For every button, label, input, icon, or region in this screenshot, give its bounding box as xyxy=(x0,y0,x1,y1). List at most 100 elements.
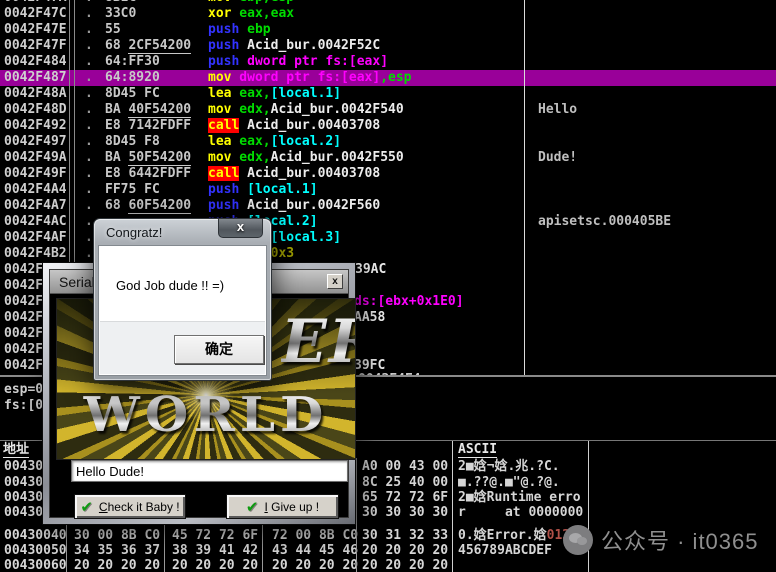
dump-address: 00430 xyxy=(4,490,43,505)
disasm-opcode-bytes: BA 40F54200 xyxy=(105,102,191,118)
disasm-address: 0042F49F xyxy=(4,166,67,182)
congratz-dialog: Congratz! x God Job dude !! =) 确定 xyxy=(93,218,272,381)
dump-hex: 20 20 20 20 xyxy=(272,558,358,572)
disasm-address: 0042F47C xyxy=(4,6,67,22)
disasm-row[interactable]: 0042F47E.55push ebp xyxy=(0,22,776,38)
disasm-address: 0042F4A4 xyxy=(4,182,67,198)
disasm-row[interactable]: 0042F48D.BA 40F54200mov edx,Acid_bur.004… xyxy=(0,102,776,118)
dump-hex: 20 20 20 20 xyxy=(362,543,448,558)
disasm-address: 0042F497 xyxy=(4,134,67,150)
disasm-row[interactable]: 0042F47F.68 2CF54200push Acid_bur.0042F5… xyxy=(0,38,776,54)
disasm-opcode-bytes: E8 6442FDFF xyxy=(105,166,191,182)
artwork-word-partial: ER xyxy=(281,307,356,377)
dump-hex: 20 20 20 20 xyxy=(74,558,160,572)
disasm-instruction: lea eax,[local.1] xyxy=(208,86,341,102)
disasm-address: 0042F484 xyxy=(4,54,67,70)
disasm-instruction: xor eax,eax xyxy=(208,6,294,22)
disasm-address: 0042F4A7 xyxy=(4,198,67,214)
disasm-address: 0042F4AC xyxy=(4,214,67,230)
dump-address: 00430060 xyxy=(4,558,67,572)
disasm-row[interactable]: 0042F497.8D45 F8lea eax,[local.2] xyxy=(0,134,776,150)
disasm-instruction: push Acid_bur.0042F52C xyxy=(208,38,380,54)
disasm-instruction: push [local.1] xyxy=(208,182,318,198)
disasm-instruction: mov edx,Acid_bur.0042F550 xyxy=(208,150,404,166)
disasm-row[interactable]: 0042F484.64:FF30push dword ptr fs:[eax] xyxy=(0,54,776,70)
disasm-opcode-bytes: 55 xyxy=(105,22,121,38)
disasm-address: 0042F xyxy=(4,342,43,358)
disasm-row[interactable]: 0042F492.E8 7142FDFFcall Acid_bur.004037… xyxy=(0,118,776,134)
check-it-baby-button[interactable]: ✔ Check it Baby ! xyxy=(74,494,186,519)
dump-hex: 30 00 8B C0 xyxy=(74,528,160,543)
disasm-row[interactable]: 0042F487.64:8920mov dword ptr fs:[eax],e… xyxy=(0,70,776,86)
dump-ascii: r at 0000000 xyxy=(458,505,583,520)
watermark: 公众号 · it0365 xyxy=(563,524,759,556)
disasm-address: 0042F4AF xyxy=(4,230,67,246)
dump-row[interactable]: 00430060 20 20 20 20 20 20 20 20 20 20 20 2… xyxy=(0,558,776,572)
info-pane-line: fs:[0 xyxy=(4,398,43,414)
disasm-fragment: 39FC xyxy=(354,358,385,373)
ok-button[interactable]: 确定 xyxy=(174,335,264,364)
dump-hex: 65 72 72 6F xyxy=(362,490,448,505)
disasm-row[interactable]: 0042F48A.8D45 FClea eax,[local.1] xyxy=(0,86,776,102)
dump-address: 00430050 xyxy=(4,543,67,558)
disasm-opcode-bytes: 64:FF30 xyxy=(105,54,160,70)
disasm-address: 0042F xyxy=(4,262,43,278)
dump-hex: A0 00 43 00 xyxy=(362,459,448,474)
congratz-message: God Job dude !! =) xyxy=(116,278,224,293)
disasm-row[interactable]: 0042F4A7.68 60F54200push Acid_bur.0042F5… xyxy=(0,198,776,214)
disasm-fragment: 39AC xyxy=(355,262,386,277)
disasm-instruction: push ebp xyxy=(208,22,271,38)
give-up-button[interactable]: ✔ I Give up ! xyxy=(226,494,339,519)
disasm-address: 0042F492 xyxy=(4,118,67,134)
dump-separator xyxy=(356,458,357,572)
disasm-row[interactable]: 0042F47C.33C0xor eax,eax xyxy=(0,6,776,22)
close-icon[interactable]: x xyxy=(218,219,263,238)
debugger-screen: 0042F47A.8BECmov ebp,esp0042F47C.33C0xor… xyxy=(0,0,776,572)
disasm-instruction: call Acid_bur.00403708 xyxy=(208,166,380,182)
disasm-instruction: push Acid_bur.0042F560 xyxy=(208,198,380,214)
dump-ascii: 2■娢Runtime erro xyxy=(458,490,581,505)
serial-input[interactable] xyxy=(71,460,348,482)
dump-separator xyxy=(452,441,453,572)
dump-hex: 20 20 20 20 xyxy=(172,558,258,572)
giveup-button-label: I Give up ! xyxy=(264,500,319,514)
disasm-comment: Dude! xyxy=(538,150,577,166)
disasm-opcode-bytes: FF75 FC xyxy=(105,182,160,198)
dump-hex: 34 35 36 37 xyxy=(74,543,160,558)
disasm-row[interactable]: 0042F49A.BA 50F54200mov edx,Acid_bur.004… xyxy=(0,150,776,166)
close-icon[interactable]: x xyxy=(327,274,343,289)
dump-address: 00430 xyxy=(4,459,43,474)
disasm-address: 0042F48D xyxy=(4,102,67,118)
disasm-instruction: call Acid_bur.00403708 xyxy=(208,118,380,134)
congratz-dialog-title[interactable]: Congratz! xyxy=(106,225,162,240)
disasm-row[interactable]: 0042F4A4.FF75 FCpush [local.1] xyxy=(0,182,776,198)
disasm-instruction: push dword ptr fs:[eax] xyxy=(208,54,388,70)
disasm-opcode-bytes: 8D45 F8 xyxy=(105,134,160,150)
disasm-address: 0042F48A xyxy=(4,86,67,102)
disasm-address: 0042F xyxy=(4,326,43,342)
dump-hex: 30 30 30 30 xyxy=(362,505,448,520)
disasm-instruction: lea eax,[local.2] xyxy=(208,134,341,150)
dump-hex: 45 72 72 6F xyxy=(172,528,258,543)
dump-hex: 72 00 8B C0 xyxy=(272,528,358,543)
disasm-opcode-bytes: 68 2CF54200 xyxy=(105,38,191,54)
disasm-comment: apisetsc.000405BE xyxy=(538,214,671,230)
congratz-footer: 确定 xyxy=(100,321,265,374)
disasm-row[interactable]: 0042F49F.E8 6442FDFFcall Acid_bur.004037… xyxy=(0,166,776,182)
dump-ascii-header: ASCII xyxy=(458,442,497,458)
dump-ascii: 456789ABCDEF xyxy=(458,543,552,558)
serial-title-text: Serial xyxy=(59,274,95,290)
dump-address-header: 地址 xyxy=(3,442,29,458)
disasm-opcode-bytes: E8 7142FDFF xyxy=(105,118,191,134)
disasm-instruction: mov edx,Acid_bur.0042F540 xyxy=(208,102,404,118)
disasm-opcode-bytes: 8D45 FC xyxy=(105,86,160,102)
dump-address: 00430 xyxy=(4,475,43,490)
disasm-instruction: mov dword ptr fs:[eax],esp xyxy=(208,70,412,86)
info-pane-line: esp=0 xyxy=(4,382,43,398)
dump-address: 00430040 xyxy=(4,528,67,543)
disasm-opcode-bytes: 68 60F54200 xyxy=(105,198,191,214)
wechat-icon xyxy=(563,525,593,555)
disasm-address: 0042F4B2 xyxy=(4,246,67,262)
disasm-fragment: ds:[ebx+0x1E0] xyxy=(354,294,464,309)
checkmark-icon: ✔ xyxy=(80,498,93,516)
